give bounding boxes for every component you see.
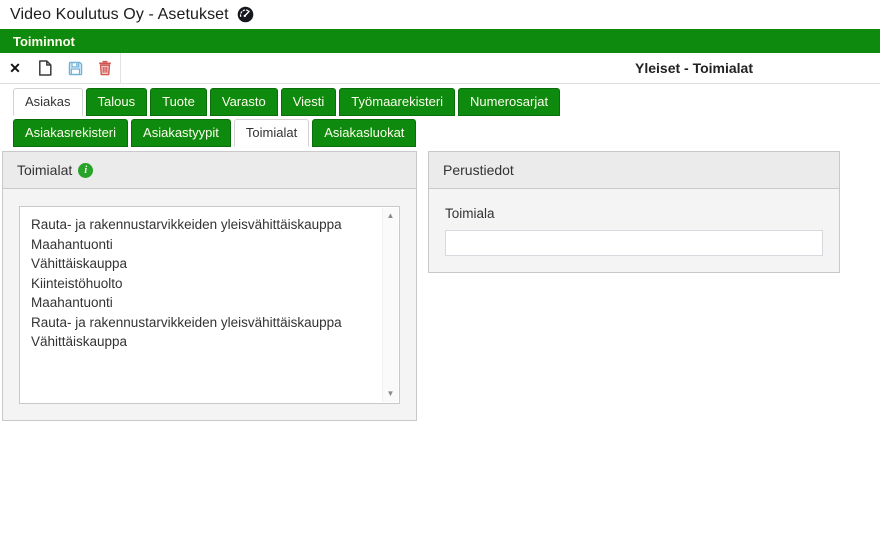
menubar: Toiminnot bbox=[0, 29, 880, 53]
tab-talous[interactable]: Talous bbox=[86, 88, 148, 116]
toimialat-panel-header: Toimialat i bbox=[3, 152, 416, 189]
tab-varasto[interactable]: Varasto bbox=[210, 88, 278, 116]
toimialat-listbox[interactable]: Rauta- ja rakennustarvikkeiden yleisvähi… bbox=[19, 206, 400, 404]
content-area: Toimialat i Rauta- ja rakennustarvikkeid… bbox=[2, 151, 880, 421]
tab-row-main: Asiakas Talous Tuote Varasto Viesti Työm… bbox=[13, 88, 880, 116]
scroll-down-icon[interactable]: ▼ bbox=[387, 390, 395, 398]
toimiala-input[interactable] bbox=[445, 230, 823, 256]
toimialat-panel-body: Rauta- ja rakennustarvikkeiden yleisvähi… bbox=[3, 189, 416, 420]
scroll-up-icon[interactable]: ▲ bbox=[387, 212, 395, 220]
save-icon bbox=[68, 61, 83, 76]
close-icon: ✕ bbox=[9, 61, 21, 75]
list-item[interactable]: Rauta- ja rakennustarvikkeiden yleisvähi… bbox=[31, 215, 369, 235]
save-button[interactable] bbox=[60, 53, 90, 83]
perustiedot-panel-header: Perustiedot bbox=[429, 152, 839, 189]
list-item[interactable]: Kiinteistöhuolto bbox=[31, 274, 369, 294]
menu-toiminnot[interactable]: Toiminnot bbox=[13, 34, 75, 49]
tab-asiakasrekisteri[interactable]: Asiakasrekisteri bbox=[13, 119, 128, 147]
tab-row-sub: Asiakasrekisteri Asiakastyypit Toimialat… bbox=[13, 119, 880, 147]
new-document-icon bbox=[38, 60, 52, 76]
list-item[interactable]: Maahantuonti bbox=[31, 235, 369, 255]
tab-tuote[interactable]: Tuote bbox=[150, 88, 207, 116]
tab-numerosarjat[interactable]: Numerosarjat bbox=[458, 88, 560, 116]
window-title: Video Koulutus Oy - Asetukset bbox=[10, 6, 229, 24]
toimiala-field-label: Toimiala bbox=[445, 206, 823, 221]
toolbar: ✕ Yleiset - Toimialat bbox=[0, 53, 880, 84]
list-item[interactable]: Vähittäiskauppa bbox=[31, 332, 369, 352]
new-record-button[interactable] bbox=[30, 53, 60, 83]
perustiedot-panel: Perustiedot Toimiala bbox=[428, 151, 840, 273]
trash-icon bbox=[98, 60, 112, 76]
toimialat-panel: Toimialat i Rauta- ja rakennustarvikkeid… bbox=[2, 151, 417, 421]
info-icon[interactable]: i bbox=[78, 163, 93, 178]
listbox-scrollbar[interactable]: ▲ ▼ bbox=[382, 208, 398, 402]
context-title: Yleiset - Toimialat bbox=[635, 60, 753, 76]
list-item[interactable]: Vähittäiskauppa bbox=[31, 254, 369, 274]
tab-toimialat[interactable]: Toimialat bbox=[234, 119, 309, 147]
perustiedot-panel-body: Toimiala bbox=[429, 189, 839, 272]
tab-asiakas[interactable]: Asiakas bbox=[13, 88, 83, 116]
tab-tyomaarekisteri[interactable]: Työmaarekisteri bbox=[339, 88, 455, 116]
list-item[interactable]: Rauta- ja rakennustarvikkeiden yleisvähi… bbox=[31, 313, 369, 333]
perustiedot-panel-title: Perustiedot bbox=[443, 162, 514, 178]
tachometer-icon[interactable] bbox=[237, 6, 254, 23]
tab-viesti[interactable]: Viesti bbox=[281, 88, 337, 116]
titlebar: Video Koulutus Oy - Asetukset bbox=[0, 0, 880, 29]
toolbar-separator bbox=[120, 53, 121, 83]
toimialat-panel-title: Toimialat bbox=[17, 162, 72, 178]
close-button[interactable]: ✕ bbox=[0, 53, 30, 83]
tab-area: Asiakas Talous Tuote Varasto Viesti Työm… bbox=[0, 84, 880, 147]
app-window: Video Koulutus Oy - Asetukset Toiminnot … bbox=[0, 0, 880, 421]
list-item[interactable]: Maahantuonti bbox=[31, 293, 369, 313]
delete-button[interactable] bbox=[90, 53, 120, 83]
tab-asiakastyypit[interactable]: Asiakastyypit bbox=[131, 119, 231, 147]
tab-asiakasluokat[interactable]: Asiakasluokat bbox=[312, 119, 416, 147]
